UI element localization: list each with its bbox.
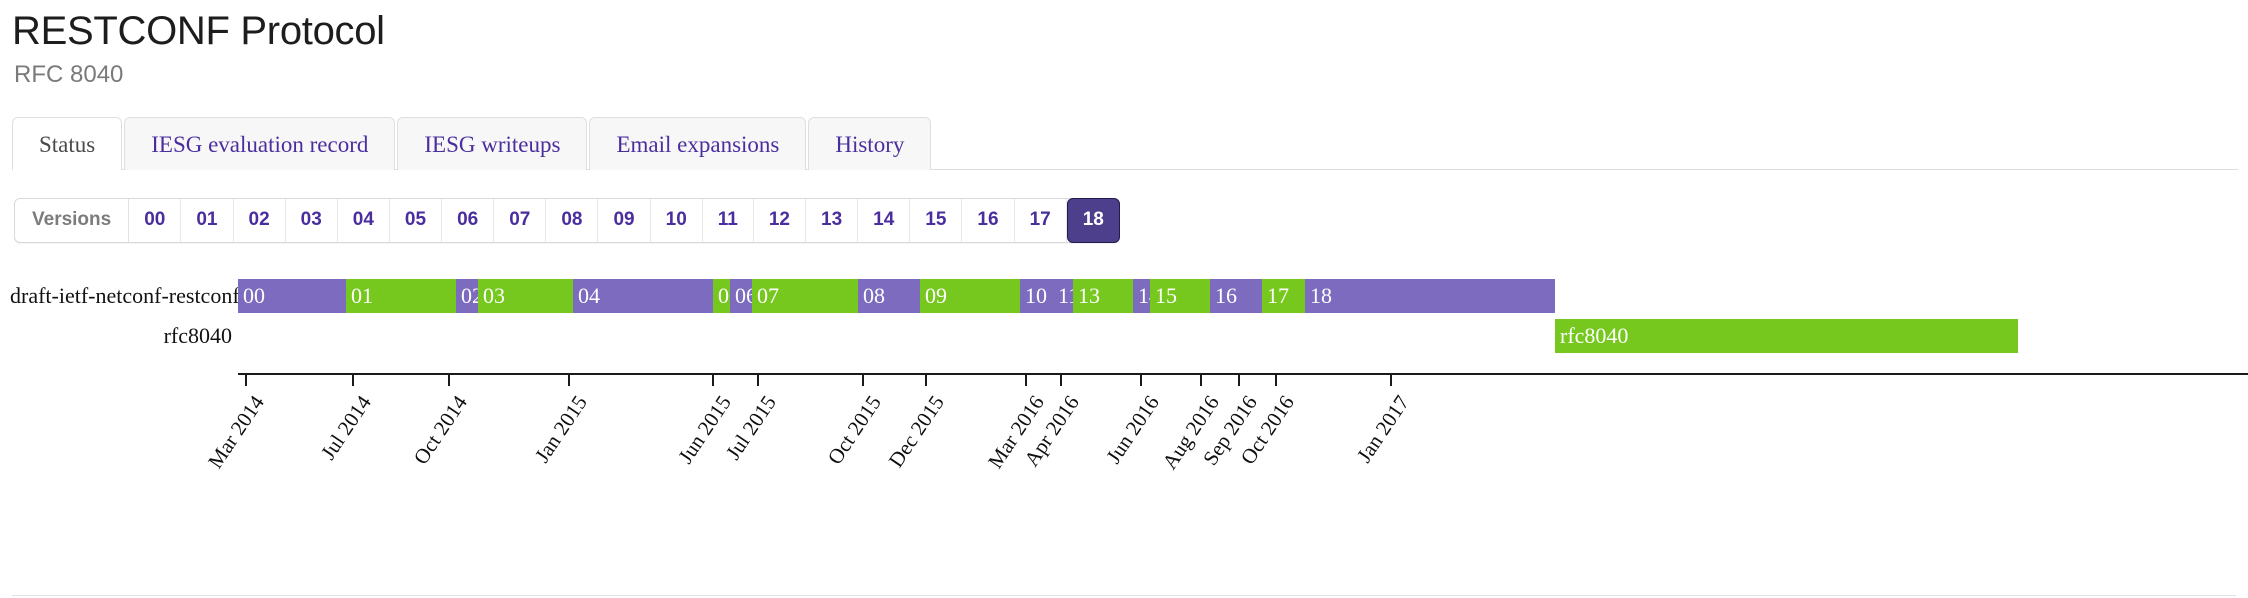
- timeline-segment-draft-ietf-netconf-restconf-01[interactable]: 01: [346, 279, 456, 314]
- page-subtitle: RFC 8040: [14, 61, 124, 88]
- tab-email-expansions[interactable]: Email expansions: [589, 117, 807, 171]
- versions-row: Versions 00 01 02 03 04 05 06 07 08 09 10 11 12 13 14 15…: [0, 198, 2248, 244]
- version-chip-16[interactable]: 16: [962, 199, 1015, 243]
- version-chip-06[interactable]: 06: [442, 199, 495, 243]
- timeline-segment-draft-ietf-netconf-restconf-15[interactable]: 15: [1150, 279, 1210, 314]
- x-axis-tick-label: Oct 2014: [408, 391, 472, 470]
- timeline-segment-draft-ietf-netconf-restconf-05[interactable]: 05: [713, 279, 730, 314]
- x-axis-tick: [245, 375, 247, 387]
- timeline-segment-draft-ietf-netconf-restconf-00[interactable]: 00: [238, 279, 346, 314]
- x-axis-tick-label: Jan 2015: [529, 391, 592, 468]
- x-axis-tick: [1140, 375, 1142, 387]
- version-chip-17[interactable]: 17: [1014, 199, 1067, 243]
- tab-bar: Status IESG evaluation record IESG writeup…: [0, 114, 2248, 171]
- timeline-segment-draft-ietf-netconf-restconf-06[interactable]: 06: [730, 279, 752, 314]
- tab-iesg-writeups[interactable]: IESG writeups: [397, 117, 588, 171]
- version-chip-08[interactable]: 08: [546, 199, 599, 243]
- tab-history[interactable]: History: [808, 117, 932, 171]
- timeline-segment-draft-ietf-netconf-restconf-16[interactable]: 16: [1210, 279, 1262, 314]
- x-axis-tick: [925, 375, 927, 387]
- x-axis-tick-label: Jul 2014: [315, 391, 376, 465]
- x-axis-tick-label: Jan 2017: [1351, 391, 1414, 468]
- version-chip-11[interactable]: 11: [702, 199, 754, 243]
- versions-selector: Versions 00 01 02 03 04 05 06 07 08 09 10 11 12 13 14 15…: [14, 198, 1120, 244]
- x-axis-tick: [712, 375, 714, 387]
- x-axis-tick: [448, 375, 450, 387]
- timeline-segment-draft-ietf-netconf-restconf-11[interactable]: 11: [1053, 279, 1073, 314]
- x-axis-tick: [568, 375, 570, 387]
- x-axis-tick: [1390, 375, 1392, 387]
- version-chip-09[interactable]: 09: [598, 199, 651, 243]
- version-chip-15[interactable]: 15: [910, 199, 963, 243]
- version-chip-00[interactable]: 00: [129, 199, 182, 243]
- version-chip-01[interactable]: 01: [181, 199, 234, 243]
- version-chip-04[interactable]: 04: [337, 199, 390, 243]
- timeline-segment-draft-ietf-netconf-restconf-17[interactable]: 17: [1262, 279, 1305, 314]
- x-axis-tick-label: Mar 2014: [203, 391, 269, 473]
- version-chip-18[interactable]: 18: [1066, 198, 1120, 244]
- page-header: RESTCONF Protocol RFC 8040: [0, 0, 2248, 88]
- timeline-segment-draft-ietf-netconf-restconf-14[interactable]: 14: [1133, 279, 1150, 314]
- timeline-segment-draft-ietf-netconf-restconf-10[interactable]: 10: [1020, 279, 1053, 314]
- x-axis-tick: [1200, 375, 1202, 387]
- timeline-segment-draft-ietf-netconf-restconf-03[interactable]: 03: [478, 279, 573, 314]
- timeline-segment-draft-ietf-netconf-restconf-18[interactable]: 18: [1305, 279, 1555, 314]
- x-axis-tick: [352, 375, 354, 387]
- x-axis-tick: [862, 375, 864, 387]
- timeline-segment-draft-ietf-netconf-restconf-02[interactable]: 02: [456, 279, 478, 314]
- timeline-segment-rfc8040-rfc8040[interactable]: rfc8040: [1555, 319, 2018, 354]
- versions-label: Versions: [15, 199, 130, 243]
- version-chip-05[interactable]: 05: [389, 199, 443, 243]
- version-chip-02[interactable]: 02: [233, 199, 286, 243]
- x-axis-tick: [757, 375, 759, 387]
- timeline-track-rfc8040: rfc8040: [0, 319, 2248, 354]
- document-timeline-chart: draft-ietf-netconf-restconf0001020304050…: [0, 261, 2248, 561]
- timeline-segment-draft-ietf-netconf-restconf-09[interactable]: 09: [920, 279, 1020, 314]
- x-axis-tick: [1025, 375, 1027, 387]
- version-chip-13[interactable]: 13: [806, 199, 859, 243]
- timeline-segment-draft-ietf-netconf-restconf-04[interactable]: 04: [573, 279, 713, 314]
- page-title: RESTCONF Protocol: [12, 9, 385, 53]
- x-axis-tick: [1060, 375, 1062, 387]
- tab-status[interactable]: Status: [12, 117, 123, 171]
- x-axis-line: [238, 373, 2248, 376]
- timeline-segment-draft-ietf-netconf-restconf-13[interactable]: 13: [1073, 279, 1133, 314]
- bottom-divider: [12, 595, 2236, 596]
- x-axis-tick: [1238, 375, 1240, 387]
- timeline-segment-draft-ietf-netconf-restconf-07[interactable]: 07: [752, 279, 858, 314]
- tab-list: Status IESG evaluation record IESG writeup…: [12, 114, 2248, 171]
- x-axis-tick-label: Dec 2015: [883, 391, 949, 473]
- timeline-segment-draft-ietf-netconf-restconf-08[interactable]: 08: [858, 279, 920, 314]
- version-chip-12[interactable]: 12: [753, 199, 806, 243]
- version-chip-07[interactable]: 07: [494, 199, 547, 243]
- timeline-track-draft-ietf-netconf-restconf: 000102030405060708091011131415161718: [0, 279, 2248, 314]
- version-chip-14[interactable]: 14: [858, 199, 911, 243]
- version-chip-10[interactable]: 10: [650, 199, 703, 243]
- tab-iesg-evaluation-record[interactable]: IESG evaluation record: [124, 117, 396, 171]
- version-chip-03[interactable]: 03: [285, 199, 338, 243]
- x-axis-tick: [1275, 375, 1277, 387]
